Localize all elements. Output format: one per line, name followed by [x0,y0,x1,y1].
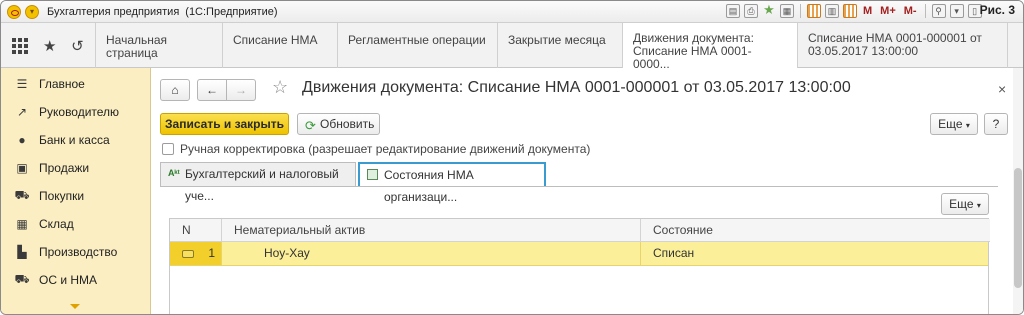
sidebar-item-production[interactable]: ▙ Производство [1,238,151,266]
sidebar-item-bank[interactable]: ● Банк и касса [1,126,151,154]
memory-minus-button[interactable]: M- [904,5,917,17]
accounting-icon: Аᵏᵗ [168,168,180,178]
tab-nma-writeoff[interactable]: Списание НМА [223,23,338,68]
tab-month-close[interactable]: Закрытие месяца [498,23,623,68]
sidebar-item-manager[interactable]: ↗ Руководителю [1,98,151,126]
save-icon[interactable]: ▤ [726,4,740,18]
manual-correction-label: Ручная корректировка (разрешает редактир… [180,142,591,156]
home-icon: ⌂ [171,83,179,97]
main-menu-icon[interactable]: ▾ [25,4,39,19]
apps-grid-icon[interactable] [12,37,29,54]
register-icon [367,169,378,180]
more-button[interactable]: Еще ▾ [930,113,978,135]
tab-bar: ★ ↺ Начальная страница Списание НМА Регл… [1,23,1023,71]
zoom-icon[interactable]: ⚲ [931,4,946,18]
window-toolbar: ▤ ⎙ ★ ▦ ▥ M M+ M- ⚲ ▾ ▯ [726,3,982,18]
dropdown-icon[interactable]: ▾ [949,4,964,18]
factory-icon: ▙ [17,245,27,259]
title-bar: ▾ Бухгалтерия предприятия (1С:Предприятие… [1,1,1023,23]
chevron-down-icon: ▾ [976,201,981,210]
chevron-down-icon: ▾ [965,121,970,130]
tab-regulatory[interactable]: Регламентные операции [338,23,498,68]
bag-icon: ▣ [16,161,28,175]
favorites-icon[interactable]: ★ [762,3,776,18]
trend-icon: ↗ [16,105,28,119]
spreadsheet-icon[interactable] [807,4,821,18]
table-more-button[interactable]: Еще ▾ [941,193,989,215]
tab-tools: ★ ↺ [1,23,96,68]
history-icon[interactable]: ▦ [780,4,794,18]
tab-document-movements[interactable]: Движения документа: Списание НМА 0001-000… [623,23,798,71]
column-header-state[interactable]: Состояние [641,219,990,242]
row-number-cell: 1 [170,242,222,265]
coin-icon: ● [18,133,26,147]
sidebar: ☰ Главное ↗ Руководителю ● Банк и касса … [1,68,151,314]
sidebar-item-main[interactable]: ☰ Главное [1,70,151,98]
scrollbar-thumb[interactable] [1014,168,1022,288]
back-button[interactable]: ← [197,79,227,101]
sidebar-item-sales[interactable]: ▣ Продажи [1,154,151,182]
refresh-button[interactable]: ⟳ Обновить [297,113,380,135]
vertical-scrollbar[interactable] [1013,68,1023,314]
window-title: Бухгалтерия предприятия (1С:Предприятие) [47,5,278,18]
asset-cell: Ноу-Хау [222,242,641,265]
arrow-left-icon: ← [206,83,218,97]
favorites-star-icon[interactable]: ★ [43,37,56,55]
document-form: ⌂ ← → ☆ Движения документа: Списание НМА… [152,68,1023,314]
table-row[interactable]: 1 Ноу-Хау Списан [170,242,988,266]
close-icon[interactable]: × [998,81,1006,97]
tab-home[interactable]: Начальная страница [96,23,223,68]
history-clock-icon[interactable]: ↺ [71,37,84,55]
help-button[interactable]: ? [984,113,1008,135]
column-header-asset[interactable]: Нематериальный актив [222,219,641,242]
column-header-n[interactable]: N [170,219,222,242]
print-icon[interactable]: ⎙ [744,4,758,18]
app-window: ▾ Бухгалтерия предприятия (1С:Предприятие… [0,0,1024,315]
page-title: Движения документа: Списание НМА 0001-00… [302,79,851,96]
tab-nma-document[interactable]: Списание НМА 0001-000001 от 03.05.2017 13… [798,23,1008,68]
warehouse-icon: ▦ [16,217,28,231]
subtab-nma-states[interactable]: Состояния НМА организаци... [358,162,546,204]
home-button[interactable]: ⌂ [160,79,190,101]
forward-button[interactable]: → [226,79,256,101]
record-icon [182,250,194,258]
memory-plus-button[interactable]: M+ [880,5,896,17]
calendar-icon[interactable]: ▥ [825,4,839,18]
calculator-icon[interactable] [843,4,857,18]
sidebar-more-icon[interactable] [70,304,80,309]
write-and-close-button[interactable]: Записать и закрыть [160,113,289,135]
arrow-right-icon: → [235,83,247,97]
memory-m-button[interactable]: M [863,5,872,17]
state-cell: Списан [653,246,695,260]
sidebar-item-purchases[interactable]: ⛟ Покупки [1,182,151,210]
manual-correction-row[interactable]: Ручная корректировка (разрешает редактир… [162,142,590,156]
app-logo-icon [7,4,21,19]
manual-correction-checkbox[interactable] [162,143,174,155]
refresh-icon: ⟳ [305,118,316,133]
figure-label: Рис. 3 [979,3,1015,17]
sidebar-item-warehouse[interactable]: ▦ Склад [1,210,151,238]
favorite-star-icon[interactable]: ☆ [272,77,288,98]
truck-icon: ⛟ [14,272,30,286]
nma-states-table: N Нематериальный актив Состояние 1 Ноу-Х… [169,218,990,314]
subtab-accounting[interactable]: Аᵏᵗ Бухгалтерский и налоговый уче... [160,162,356,203]
cart-icon: ⛟ [14,188,30,202]
sidebar-item-fixed-assets[interactable]: ⛟ ОС и НМА [1,266,151,294]
menu-icon: ☰ [16,77,28,91]
